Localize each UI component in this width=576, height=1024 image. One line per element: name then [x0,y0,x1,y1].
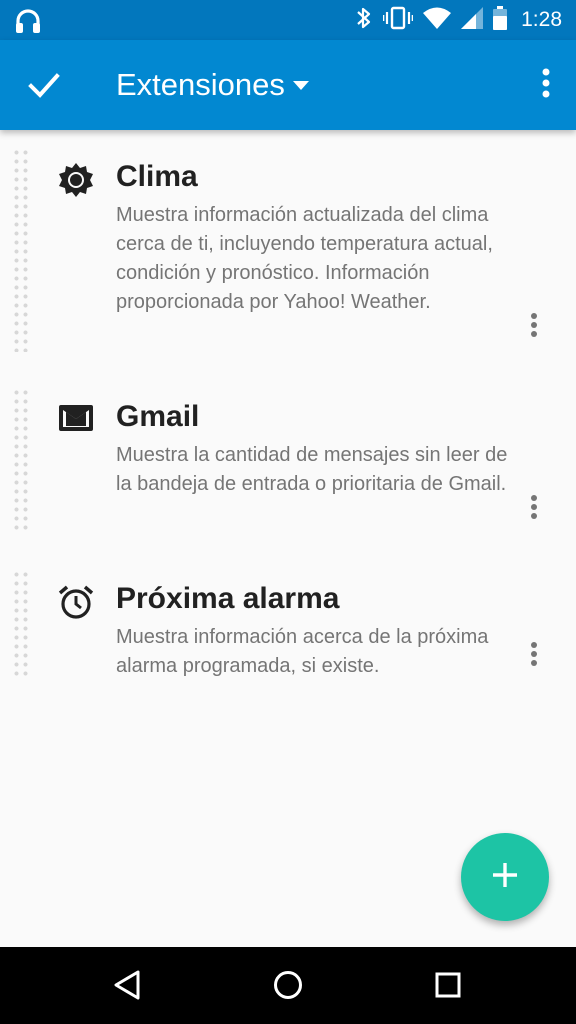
list-item: Próxima alarma Muestra información acerc… [0,552,576,692]
list-item: Clima Muestra información actualizada de… [0,130,576,370]
mail-icon [58,404,94,437]
extension-title: Próxima alarma [116,582,340,615]
check-icon[interactable] [26,67,62,108]
sun-icon [58,162,94,203]
battery-icon [493,5,508,35]
headphones-icon [14,8,42,39]
recents-icon[interactable] [432,969,464,1006]
clock-time: 1:28 [521,8,562,31]
status-bar: 1:28 [0,0,576,40]
add-extension-button[interactable] [461,833,549,921]
app-toolbar: Extensiones [0,40,576,130]
dropdown-arrow-icon [292,78,309,96]
item-overflow-icon[interactable] [530,312,538,343]
drag-handle[interactable] [12,388,30,534]
item-overflow-icon[interactable] [530,494,538,525]
wifi-icon [423,7,452,34]
extension-description: Muestra información actualizada del clim… [116,204,493,313]
cell-signal-icon [461,6,484,34]
title-dropdown[interactable]: Extensiones [116,40,309,130]
alarm-clock-icon [58,584,94,625]
extension-description: Muestra la cantidad de mensajes sin leer… [116,444,508,495]
drag-handle[interactable] [12,570,30,676]
back-icon[interactable] [112,969,144,1006]
list-item: Gmail Muestra la cantidad de mensajes si… [0,370,576,552]
extension-list: Clima Muestra información actualizada de… [0,130,576,692]
plus-icon [492,862,518,893]
drag-handle[interactable] [12,148,30,352]
item-overflow-icon[interactable] [530,641,538,672]
navigation-bar [0,947,576,1024]
vibrate-icon [382,6,414,35]
page-title: Extensiones [116,67,285,102]
overflow-menu-icon[interactable] [542,68,550,103]
bluetooth-icon [355,6,373,35]
home-icon[interactable] [272,969,304,1006]
extension-title: Gmail [116,400,200,433]
extension-title: Clima [116,160,198,193]
extension-description: Muestra información acerca de la próxima… [116,626,489,677]
